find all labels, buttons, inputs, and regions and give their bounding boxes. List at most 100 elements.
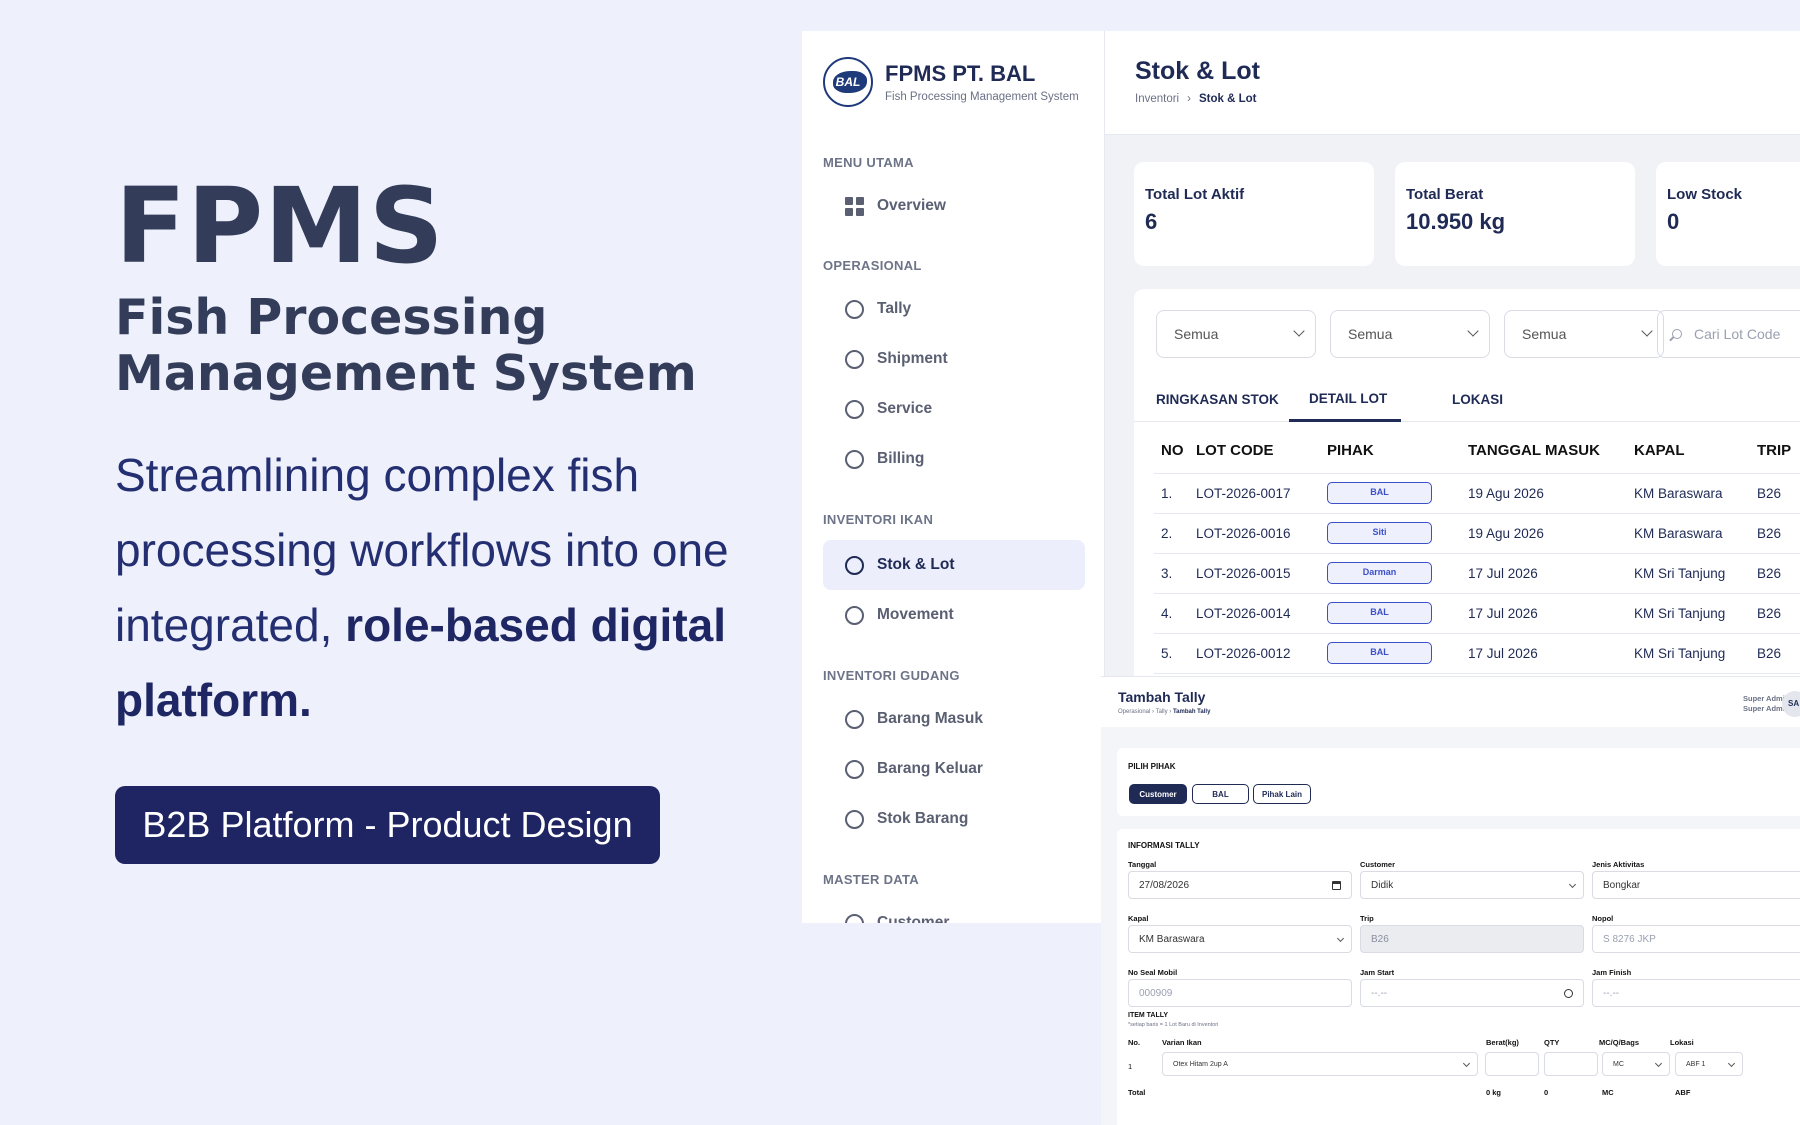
cell-pihak: Darman [1327,553,1468,594]
breadcrumb-separator: › [1187,93,1191,105]
sidebar-item-label: Billing [877,450,925,467]
cell-tanggal: 17 Jul 2026 [1468,633,1634,674]
cell-pihak: BAL [1327,593,1468,634]
pihak-option-customer[interactable]: Customer [1129,784,1187,804]
filter-select-3[interactable]: Semua [1504,310,1664,358]
stat-card-total-berat: Total Berat 10.950 kg [1395,162,1635,266]
sidebar-item-overview[interactable]: Overview [823,181,1085,231]
sidebar-item-tally[interactable]: Tally [823,284,1085,334]
stat-card-total-lot: Total Lot Aktif 6 [1134,162,1374,266]
kapal-select[interactable]: KM Baraswara [1128,925,1352,953]
berat-input[interactable] [1485,1052,1539,1076]
hero-description: Streamlining complex fish processing wor… [115,438,775,738]
cell-kapal: KM Sri Tanjung [1634,633,1757,674]
sidebar: BAL FPMS PT. BAL Fish Processing Managem… [802,31,1105,923]
breadcrumb-tally[interactable]: Tally [1156,709,1168,715]
circle-icon [845,759,864,779]
breadcrumb-separator: › [1152,709,1155,715]
pihak-badge: BAL [1327,602,1432,624]
customer-select[interactable]: Didik [1360,871,1584,899]
qty-input[interactable] [1544,1052,1598,1076]
tally-breadcrumb: Operasional › Tally › Tambah Tally [1118,709,1210,715]
trip-input: B26 [1360,925,1584,953]
table-row[interactable]: 1. LOT-2026-0017 BAL 19 Agu 2026 KM Bara… [1154,473,1800,514]
cell-tanggal: 19 Agu 2026 [1468,473,1634,514]
jam-finish-label: Jam Finish [1592,968,1632,977]
no-seal-input[interactable]: 000909 [1128,979,1352,1007]
stat-label: Low Stock [1667,186,1743,203]
page-title: Stok & Lot [1135,57,1260,85]
pihak-option-pihak-lain[interactable]: Pihak Lain [1253,784,1311,804]
tanggal-label: Tanggal [1128,860,1157,869]
search-input[interactable]: Cari Lot Code [1657,310,1800,358]
varian-ikan-select[interactable]: Otex Hitam 2up A [1162,1052,1478,1076]
sidebar-item-shipment[interactable]: Shipment [823,334,1085,384]
jenis-aktivitas-select[interactable]: Bongkar [1592,871,1800,899]
stat-label: Total Lot Aktif [1145,186,1245,203]
sidebar-item-label: Stok Barang [877,810,969,827]
company-logo: BAL [823,57,873,107]
brand-tagline: Fish Processing Management System [885,91,1079,103]
item-col-unit: MC/Q/Bags [1599,1038,1640,1047]
jam-start-input[interactable]: --.-- [1360,979,1584,1007]
breadcrumb-operasional[interactable]: Operasional [1118,709,1150,715]
trip-label: Trip [1360,914,1374,923]
col-header-no: NO [1154,429,1196,474]
filter-select-1[interactable]: Semua [1156,310,1316,358]
sidebar-item-customer[interactable]: Customer [823,898,1085,923]
cell-kapal: KM Sri Tanjung [1634,593,1757,634]
top-bar: Stok & Lot Inventori › Stok & Lot [1105,31,1800,135]
brand[interactable]: BAL FPMS PT. BAL Fish Processing Managem… [823,57,1079,107]
sidebar-item-label: Shipment [877,350,948,367]
lokasi-select[interactable]: ABF 1 [1675,1052,1743,1076]
cell-no: 5. [1154,633,1196,674]
table-header-row: NO LOT CODE PIHAK TANGGAL MASUK KAPAL TR… [1154,429,1800,474]
tab-lokasi[interactable]: LOKASI [1452,377,1503,422]
total-lokasi: ABF [1675,1088,1691,1097]
filter-select-2[interactable]: Semua [1330,310,1490,358]
col-header-kapal: KAPAL [1634,429,1757,474]
sidebar-item-service[interactable]: Service [823,384,1085,434]
sidebar-item-barang-keluar[interactable]: Barang Keluar [823,744,1085,794]
unit-value: MC [1613,1060,1624,1068]
lot-panel: Semua Semua Semua Cari Lot Code RINGKASA… [1134,289,1800,676]
tanggal-input[interactable]: 27/08/2026 [1128,871,1352,899]
sidebar-item-billing[interactable]: Billing [823,434,1085,484]
tab-ringkasan-stok[interactable]: RINGKASAN STOK [1156,377,1279,422]
nopol-label: Nopol [1592,914,1614,923]
item-col-lokasi: Lokasi [1670,1038,1694,1047]
jam-finish-input[interactable]: --.-- [1592,979,1800,1007]
breadcrumb-parent[interactable]: Inventori [1135,93,1179,105]
filter-value: Semua [1348,326,1393,342]
circle-icon [845,349,864,369]
varian-ikan-value: Otex Hitam 2up A [1173,1060,1228,1068]
unit-select[interactable]: MC [1602,1052,1670,1076]
total-unit: MC [1602,1088,1614,1097]
pihak-badge: Siti [1327,522,1432,544]
nopol-input[interactable]: S 8276 JKP [1592,925,1800,953]
sidebar-item-movement[interactable]: Movement [823,590,1085,640]
sidebar-item-barang-masuk[interactable]: Barang Masuk [823,694,1085,744]
jam-finish-placeholder: --.-- [1603,987,1620,999]
tab-detail-lot[interactable]: DETAIL LOT [1289,377,1401,422]
table-row[interactable]: 4. LOT-2026-0014 BAL 17 Jul 2026 KM Sri … [1154,593,1800,634]
tally-page-title: Tambah Tally [1118,689,1206,705]
jenis-aktivitas-value: Bongkar [1603,879,1641,891]
hero-title: FPMS [115,165,445,287]
sidebar-item-stok-barang[interactable]: Stok Barang [823,794,1085,844]
sidebar-item-label: Movement [877,606,954,623]
calendar-icon [1332,881,1341,890]
table-row[interactable]: 3. LOT-2026-0015 Darman 17 Jul 2026 KM S… [1154,553,1800,594]
cell-trip: B26 [1757,633,1800,674]
table-row[interactable]: 2. LOT-2026-0016 Siti 19 Agu 2026 KM Bar… [1154,513,1800,554]
no-seal-label: No Seal Mobil [1128,968,1178,977]
sidebar-item-label: Barang Masuk [877,710,983,727]
sidebar-item-stok-lot[interactable]: Stok & Lot [823,540,1085,590]
informasi-tally-title: INFORMASI TALLY [1128,841,1200,850]
pihak-option-bal[interactable]: BAL [1192,784,1249,804]
circle-icon [845,555,864,575]
table-row[interactable]: 5. LOT-2026-0012 BAL 17 Jul 2026 KM Sri … [1154,633,1800,674]
sidebar-item-label: Service [877,400,933,417]
circle-icon [845,709,864,729]
chevron-down-icon [1293,325,1305,337]
